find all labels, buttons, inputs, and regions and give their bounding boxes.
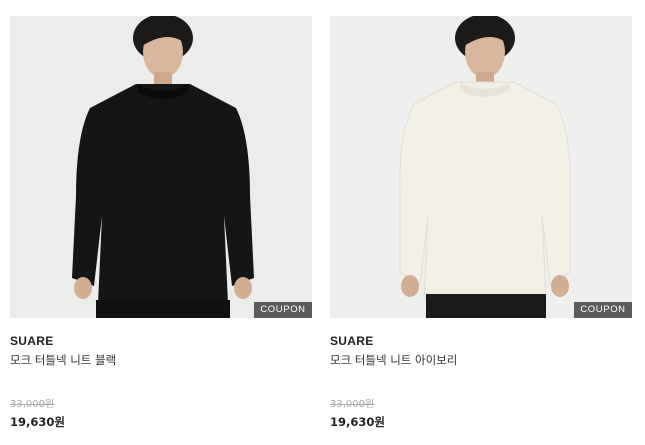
sale-price: 19,630원	[330, 415, 385, 429]
product-image[interactable]: COUPON	[330, 16, 632, 318]
original-price: 33,000원	[10, 399, 55, 410]
product-image[interactable]: COUPON	[10, 16, 312, 318]
coupon-badge: COUPON	[254, 302, 312, 318]
model-photo	[399, 16, 571, 318]
model-photo	[72, 16, 254, 318]
coupon-badge: COUPON	[574, 302, 632, 318]
original-price: 33,000원	[330, 399, 375, 410]
product-card[interactable]: COUPON SUARE 모크 터틀넥 니트 블랙 33,000원 19,630…	[10, 16, 312, 429]
product-name[interactable]: 모크 터틀넥 니트 아이보리	[330, 352, 457, 368]
product-brand[interactable]: SUARE	[330, 334, 374, 348]
sale-price: 19,630원	[10, 415, 65, 429]
product-brand[interactable]: SUARE	[10, 334, 54, 348]
product-card[interactable]: COUPON SUARE 모크 터틀넥 니트 아이보리 33,000원 19,6…	[330, 16, 632, 429]
product-name[interactable]: 모크 터틀넥 니트 블랙	[10, 352, 116, 368]
